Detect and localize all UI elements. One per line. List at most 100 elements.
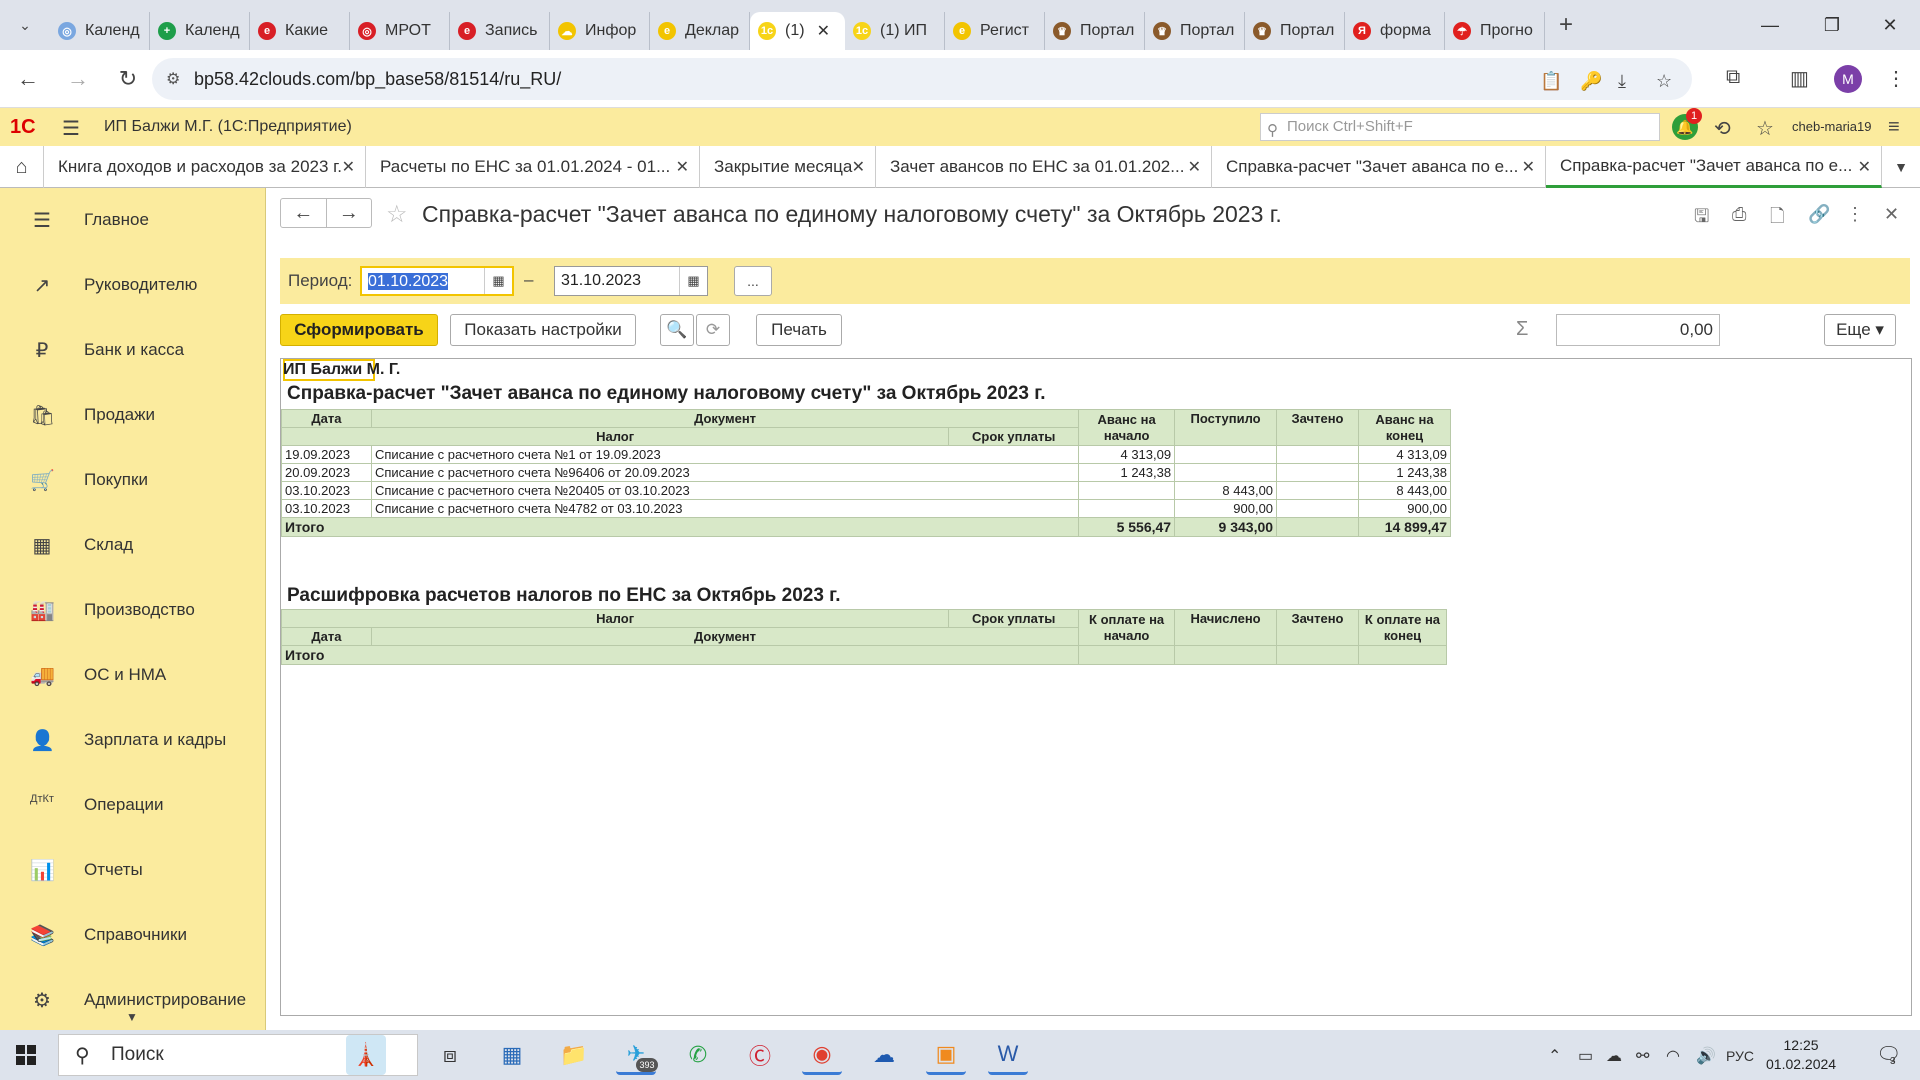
open-window-tab[interactable]: Справка-расчет "Зачет аванса по е... ✕ bbox=[1212, 146, 1546, 188]
browser-tab[interactable]: 1с (1) ИП bbox=[845, 12, 945, 50]
save-icon[interactable]: 🖫 bbox=[1694, 204, 1709, 234]
cell-offset[interactable] bbox=[1276, 499, 1359, 518]
favorites-star-icon[interactable]: ☆ bbox=[1756, 116, 1774, 141]
key-icon[interactable]: 🔑 bbox=[1580, 71, 1602, 92]
sidebar-item-sales[interactable]: 🛍 Продажи bbox=[0, 395, 266, 435]
global-search-input[interactable]: ⚲ Поиск Ctrl+Shift+F bbox=[1260, 113, 1660, 141]
cell-received[interactable]: 900,00 bbox=[1174, 499, 1278, 518]
tabs-more-chevron-icon[interactable]: ▼ bbox=[1882, 146, 1920, 188]
open-window-tab[interactable]: Книга доходов и расходов за 2023 г. ✕ bbox=[44, 146, 366, 188]
table-row[interactable]: 03.10.2023 Списание с расчетного счета №4… bbox=[281, 499, 1452, 518]
task-view-icon[interactable]: ⧈ bbox=[430, 1035, 470, 1075]
cell-date[interactable]: 20.09.2023 bbox=[281, 463, 372, 482]
chrome-icon[interactable]: ◉ bbox=[802, 1035, 842, 1075]
cell-offset[interactable] bbox=[1276, 463, 1359, 482]
show-settings-button[interactable]: Показать настройки bbox=[450, 314, 636, 346]
close-window-tab-icon[interactable]: ✕ bbox=[1522, 157, 1535, 177]
link-icon[interactable]: 🔗 bbox=[1808, 204, 1830, 225]
new-tab-button[interactable]: + bbox=[1559, 11, 1573, 39]
settings-menu-icon[interactable]: ≡ bbox=[1888, 116, 1900, 139]
pdf-app-icon[interactable]: ▣ bbox=[926, 1035, 966, 1075]
cell-adv-end[interactable]: 900,00 bbox=[1357, 499, 1452, 518]
cell-adv-start[interactable]: 1 243,38 bbox=[1078, 463, 1176, 482]
main-menu-icon[interactable]: ☰ bbox=[62, 116, 80, 141]
close-tab-icon[interactable]: ✕ bbox=[817, 21, 830, 41]
browser-menu-icon[interactable]: ⋮ bbox=[1886, 66, 1906, 91]
cell-adv-end[interactable]: 1 243,38 bbox=[1357, 463, 1452, 482]
notification-center-icon[interactable]: 🗨 bbox=[1876, 1042, 1901, 1067]
maximize-button[interactable]: ❐ bbox=[1802, 0, 1862, 50]
cell-offset[interactable] bbox=[1276, 481, 1359, 500]
browser-tab[interactable]: e Регист bbox=[945, 12, 1045, 50]
browser-tab[interactable]: ☁ Инфор bbox=[550, 12, 650, 50]
cell-adv-end[interactable]: 4 313,09 bbox=[1357, 445, 1452, 464]
tray-device-icon[interactable]: ▭ bbox=[1578, 1046, 1593, 1066]
sidebar-item-warehouse[interactable]: ▦ Склад bbox=[0, 525, 266, 565]
sidepanel-icon[interactable]: ▥ bbox=[1790, 66, 1809, 91]
history-icon[interactable]: ⟲ bbox=[1714, 116, 1731, 141]
sidebar-item-manager[interactable]: ↗ Руководителю bbox=[0, 265, 266, 305]
browser-tab[interactable]: e Какие bbox=[250, 12, 350, 50]
windows-start-icon[interactable] bbox=[16, 1045, 36, 1065]
print-icon[interactable]: ⎙ bbox=[1732, 204, 1746, 225]
cell-adv-end[interactable]: 8 443,00 bbox=[1357, 481, 1452, 500]
file-explorer-icon[interactable]: 📁 bbox=[554, 1035, 594, 1075]
clock[interactable]: 12:25 01.02.2024 bbox=[1766, 1036, 1836, 1074]
table-row[interactable]: 19.09.2023 Списание с расчетного счета №1… bbox=[281, 445, 1452, 464]
open-window-tab[interactable]: Зачет авансов по ЕНС за 01.01.202... ✕ bbox=[876, 146, 1212, 188]
sidebar-item-salary[interactable]: 👤 Зарплата и кадры bbox=[0, 720, 266, 760]
sidebar-item-operations[interactable]: ДтКт Операции bbox=[0, 785, 266, 825]
browser-tab[interactable]: ♛ Портал bbox=[1145, 12, 1245, 50]
print-button[interactable]: Печать bbox=[756, 314, 842, 346]
cell-doc[interactable]: Списание с расчетного счета №4782 от 03.… bbox=[370, 499, 1080, 518]
more-vert-icon[interactable]: ⋮ bbox=[1846, 204, 1864, 225]
cell-received[interactable]: 8 443,00 bbox=[1174, 481, 1278, 500]
cell-date[interactable]: 19.09.2023 bbox=[281, 445, 372, 464]
calculator-icon[interactable]: ▦ bbox=[492, 1035, 532, 1075]
sidebar-item-catalogs[interactable]: 📚 Справочники bbox=[0, 915, 266, 955]
forward-icon[interactable]: → bbox=[56, 57, 100, 101]
c-app-icon[interactable]: Ⓒ bbox=[740, 1035, 780, 1075]
browser-tab[interactable]: + Календ bbox=[150, 12, 250, 50]
minimize-button[interactable]: — bbox=[1740, 0, 1800, 50]
dropbox-icon[interactable]: ☁ bbox=[864, 1035, 904, 1075]
onedrive-icon[interactable]: ☁ bbox=[1606, 1046, 1622, 1066]
cell-received[interactable] bbox=[1174, 463, 1278, 482]
close-window-tab-icon[interactable]: ✕ bbox=[676, 157, 689, 177]
browser-tab[interactable]: ◎ Календ bbox=[50, 12, 150, 50]
sidebar-item-assets[interactable]: 🚚 ОС и НМА bbox=[0, 655, 266, 695]
close-form-icon[interactable]: ✕ bbox=[1884, 204, 1899, 225]
cell-date[interactable]: 03.10.2023 bbox=[281, 499, 372, 518]
calendar-icon[interactable]: ▦ bbox=[679, 267, 707, 295]
volume-icon[interactable]: 🔊 bbox=[1696, 1046, 1716, 1066]
tray-chevron-icon[interactable]: ⌃ bbox=[1548, 1046, 1561, 1066]
cell-doc[interactable]: Списание с расчетного счета №1 от 19.09.… bbox=[370, 445, 1080, 464]
sidebar-item-bank[interactable]: ₽ Банк и касса bbox=[0, 330, 266, 370]
browser-tab[interactable]: ☂ Прогно bbox=[1445, 12, 1545, 50]
lighthouse-widget-icon[interactable]: 🗼 bbox=[346, 1035, 386, 1075]
site-info-icon[interactable]: ⚙ bbox=[166, 69, 180, 89]
wifi-icon[interactable]: ◠ bbox=[1666, 1046, 1680, 1066]
calendar-icon[interactable]: ▦ bbox=[484, 268, 512, 294]
browser-tab[interactable]: 1с (1) ✕ bbox=[750, 12, 845, 50]
whatsapp-icon[interactable]: ✆ bbox=[678, 1035, 718, 1075]
forward-arrow-icon[interactable]: → bbox=[327, 199, 372, 227]
word-icon[interactable]: W bbox=[988, 1035, 1028, 1075]
cell-adv-start[interactable] bbox=[1078, 499, 1176, 518]
browser-tab[interactable]: ♛ Портал bbox=[1045, 12, 1145, 50]
install-icon[interactable]: ⤓ bbox=[1618, 71, 1626, 92]
table-row[interactable]: 20.09.2023 Списание с расчетного счета №9… bbox=[281, 463, 1452, 482]
url-input[interactable]: ⚙ bp58.42clouds.com/bp_base58/81514/ru_R… bbox=[152, 58, 1692, 100]
sidebar-item-main[interactable]: ☰ Главное bbox=[0, 200, 266, 240]
date-to-field[interactable]: 31.10.2023 ▦ bbox=[554, 266, 708, 296]
close-window-button[interactable]: ✕ bbox=[1860, 0, 1920, 50]
sidebar-item-reports[interactable]: 📊 Отчеты bbox=[0, 850, 266, 890]
browser-tab[interactable]: Яформа bbox=[1345, 12, 1445, 50]
favorite-star-icon[interactable]: ☆ bbox=[386, 200, 408, 229]
report-document[interactable]: ИП Балжи М. Г. Справка-расчет "Зачет ава… bbox=[280, 358, 1912, 1016]
open-window-tab[interactable]: Закрытие месяца ✕ bbox=[700, 146, 876, 188]
cell-adv-start[interactable]: 4 313,09 bbox=[1078, 445, 1176, 464]
browser-tab[interactable]: ♛ Портал bbox=[1245, 12, 1345, 50]
table-row[interactable]: 03.10.2023 Списание с расчетного счета №2… bbox=[281, 481, 1452, 500]
extensions-icon[interactable]: ⧉ bbox=[1726, 66, 1740, 89]
